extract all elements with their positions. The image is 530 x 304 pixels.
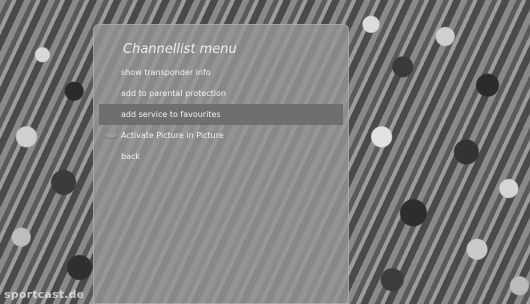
menu-item-activate-picture-in-picture[interactable]: Activate Picture in Picture — [93, 125, 349, 146]
menu-item-back[interactable]: back — [93, 146, 349, 167]
menu-item-show-transponder-info[interactable]: show transponder info — [93, 62, 349, 83]
menu-item-label: add service to favourites — [121, 110, 221, 119]
menu-item-label: show transponder info — [121, 68, 211, 77]
menu-list: show transponder info add to parental pr… — [93, 62, 349, 167]
menu-item-add-service-to-favourites[interactable]: add service to favourites — [99, 104, 343, 125]
menu-item-add-to-parental-protection[interactable]: add to parental protection — [93, 83, 349, 104]
menu-title: Channellist menu — [123, 42, 237, 57]
channellist-menu: Channellist menu show transponder info a… — [93, 24, 349, 304]
color-key-icon — [105, 133, 117, 139]
menu-item-label: back — [121, 152, 141, 161]
menu-item-label: Activate Picture in Picture — [121, 131, 224, 140]
menu-item-label: add to parental protection — [121, 89, 226, 98]
watermark: sportcast.de — [4, 288, 85, 301]
